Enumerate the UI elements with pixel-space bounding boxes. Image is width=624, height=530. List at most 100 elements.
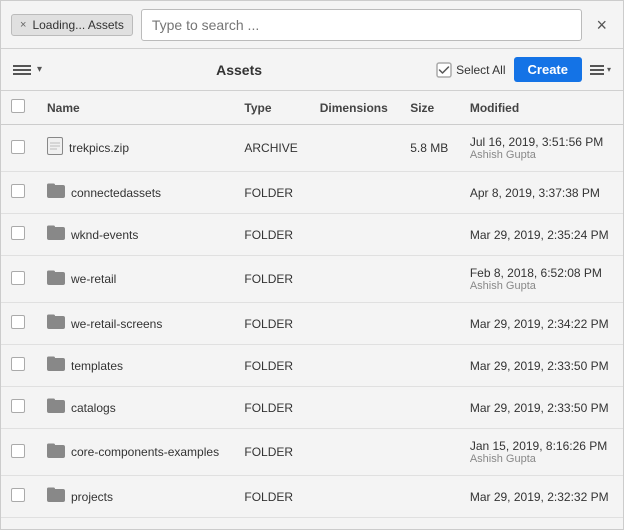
row-checkbox[interactable]	[11, 226, 25, 240]
row-name-cell: catalogs	[37, 387, 234, 429]
row-modified-cell: Apr 8, 2019, 3:37:38 PM	[460, 172, 623, 214]
file-icon	[47, 137, 63, 160]
dialog-close-button[interactable]: ×	[590, 14, 613, 36]
toolbar: ▾ Assets Select All Create ▾	[1, 49, 623, 91]
tab-label: Loading... Assets	[32, 18, 123, 32]
row-name-cell: we-retail	[37, 256, 234, 303]
folder-icon	[47, 313, 65, 334]
row-type-cell: FOLDER	[234, 345, 309, 387]
assets-table: Name Type Dimensions Size Modified trekp…	[1, 91, 623, 518]
tab-close-button[interactable]: × Loading... Assets	[11, 14, 133, 36]
row-dimensions-cell	[310, 303, 400, 345]
col-size[interactable]: Size	[400, 91, 460, 125]
select-all-checkbox[interactable]: Select All	[436, 62, 505, 78]
row-dimensions-cell	[310, 345, 400, 387]
row-checkbox[interactable]	[11, 357, 25, 371]
row-dimensions-cell	[310, 125, 400, 172]
row-checkbox[interactable]	[11, 444, 25, 458]
folder-icon	[47, 269, 65, 290]
row-size-cell	[400, 429, 460, 476]
table-row[interactable]: wknd-eventsFOLDERMar 29, 2019, 2:35:24 P…	[1, 214, 623, 256]
row-type-cell: FOLDER	[234, 476, 309, 518]
col-name[interactable]: Name	[37, 91, 234, 125]
panel-chevron-icon[interactable]: ▾	[37, 64, 42, 75]
row-size-cell	[400, 345, 460, 387]
create-button[interactable]: Create	[514, 57, 582, 82]
row-type-cell: FOLDER	[234, 256, 309, 303]
toolbar-title: Assets	[50, 62, 428, 78]
row-checkbox[interactable]	[11, 399, 25, 413]
row-name: wknd-events	[71, 228, 138, 242]
toolbar-left: ▾	[13, 62, 42, 78]
row-name: we-retail	[71, 272, 116, 286]
row-dimensions-cell	[310, 476, 400, 518]
panel-toggle-icon[interactable]	[13, 62, 31, 78]
col-dimensions[interactable]: Dimensions	[310, 91, 400, 125]
panel-line-1	[13, 65, 31, 67]
panel-line-3	[13, 73, 31, 75]
table-row[interactable]: we-retail-screensFOLDERMar 29, 2019, 2:3…	[1, 303, 623, 345]
row-modified-date: Feb 8, 2018, 6:52:08 PM	[470, 266, 613, 280]
table-row[interactable]: templates FOLDER Mar 29, 2019, 2:33:50 PM	[1, 345, 623, 387]
row-modified-date: Mar 29, 2019, 2:35:24 PM	[470, 228, 613, 242]
row-name: projects	[71, 490, 113, 504]
table-row[interactable]: connectedassetsFOLDERApr 8, 2019, 3:37:3…	[1, 172, 623, 214]
row-size-cell	[400, 303, 460, 345]
table-body: trekpics.zipARCHIVE5.8 MBJul 16, 2019, 3…	[1, 125, 623, 518]
row-type-cell: FOLDER	[234, 172, 309, 214]
row-checkbox[interactable]	[11, 184, 25, 198]
search-box	[141, 9, 583, 41]
col-type[interactable]: Type	[234, 91, 309, 125]
row-modified-date: Mar 29, 2019, 2:33:50 PM	[470, 401, 613, 415]
search-input[interactable]	[152, 17, 572, 33]
row-checkbox-cell	[1, 125, 37, 172]
table-row[interactable]: projects FOLDER Mar 29, 2019, 2:32:32 PM	[1, 476, 623, 518]
row-name: catalogs	[71, 401, 116, 415]
row-modified-cell: Mar 29, 2019, 2:34:22 PM	[460, 303, 623, 345]
row-modified-user: Ashish Gupta	[470, 149, 613, 161]
row-modified-date: Mar 29, 2019, 2:32:32 PM	[470, 490, 613, 504]
row-checkbox[interactable]	[11, 271, 25, 285]
table-header: Name Type Dimensions Size Modified	[1, 91, 623, 125]
header-row: Name Type Dimensions Size Modified	[1, 91, 623, 125]
assets-dialog: × Loading... Assets × ▾ Assets Select	[0, 0, 624, 530]
row-dimensions-cell	[310, 429, 400, 476]
row-size-cell	[400, 387, 460, 429]
row-type-cell: FOLDER	[234, 429, 309, 476]
tab-x-icon: ×	[20, 19, 26, 31]
list-view-toggle[interactable]: ▾	[590, 65, 611, 75]
row-name: templates	[71, 359, 123, 373]
row-name: core-components-examples	[71, 445, 219, 459]
folder-icon	[47, 224, 65, 245]
row-size-cell	[400, 172, 460, 214]
row-checkbox-cell	[1, 172, 37, 214]
row-modified-cell: Mar 29, 2019, 2:33:50 PM	[460, 345, 623, 387]
row-checkbox[interactable]	[11, 315, 25, 329]
assets-table-container: Name Type Dimensions Size Modified trekp…	[1, 91, 623, 529]
list-line-3	[590, 73, 604, 75]
row-size-cell	[400, 214, 460, 256]
row-checkbox[interactable]	[11, 140, 25, 154]
row-name-cell: core-components-examples	[37, 429, 234, 476]
row-modified-date: Mar 29, 2019, 2:34:22 PM	[470, 317, 613, 331]
row-checkbox[interactable]	[11, 488, 25, 502]
panel-line-2	[13, 69, 31, 71]
folder-icon	[47, 397, 65, 418]
row-checkbox-cell	[1, 214, 37, 256]
row-modified-user: Ashish Gupta	[470, 280, 613, 292]
select-all-label: Select All	[456, 63, 505, 77]
table-row[interactable]: core-components-examplesFOLDERJan 15, 20…	[1, 429, 623, 476]
col-modified[interactable]: Modified	[460, 91, 623, 125]
header-checkbox[interactable]	[11, 99, 25, 113]
select-all-check-icon	[436, 62, 452, 78]
row-modified-date: Jul 16, 2019, 3:51:56 PM	[470, 135, 613, 149]
top-bar: × Loading... Assets ×	[1, 1, 623, 49]
row-name-cell: we-retail-screens	[37, 303, 234, 345]
row-size-cell: 5.8 MB	[400, 125, 460, 172]
table-row[interactable]: trekpics.zipARCHIVE5.8 MBJul 16, 2019, 3…	[1, 125, 623, 172]
row-name: trekpics.zip	[69, 141, 129, 155]
row-name-cell: projects	[37, 476, 234, 518]
table-row[interactable]: catalogsFOLDERMar 29, 2019, 2:33:50 PM	[1, 387, 623, 429]
row-name: we-retail-screens	[71, 317, 162, 331]
table-row[interactable]: we-retail FOLDER Feb 8, 2018, 6:52:08 PMAs…	[1, 256, 623, 303]
